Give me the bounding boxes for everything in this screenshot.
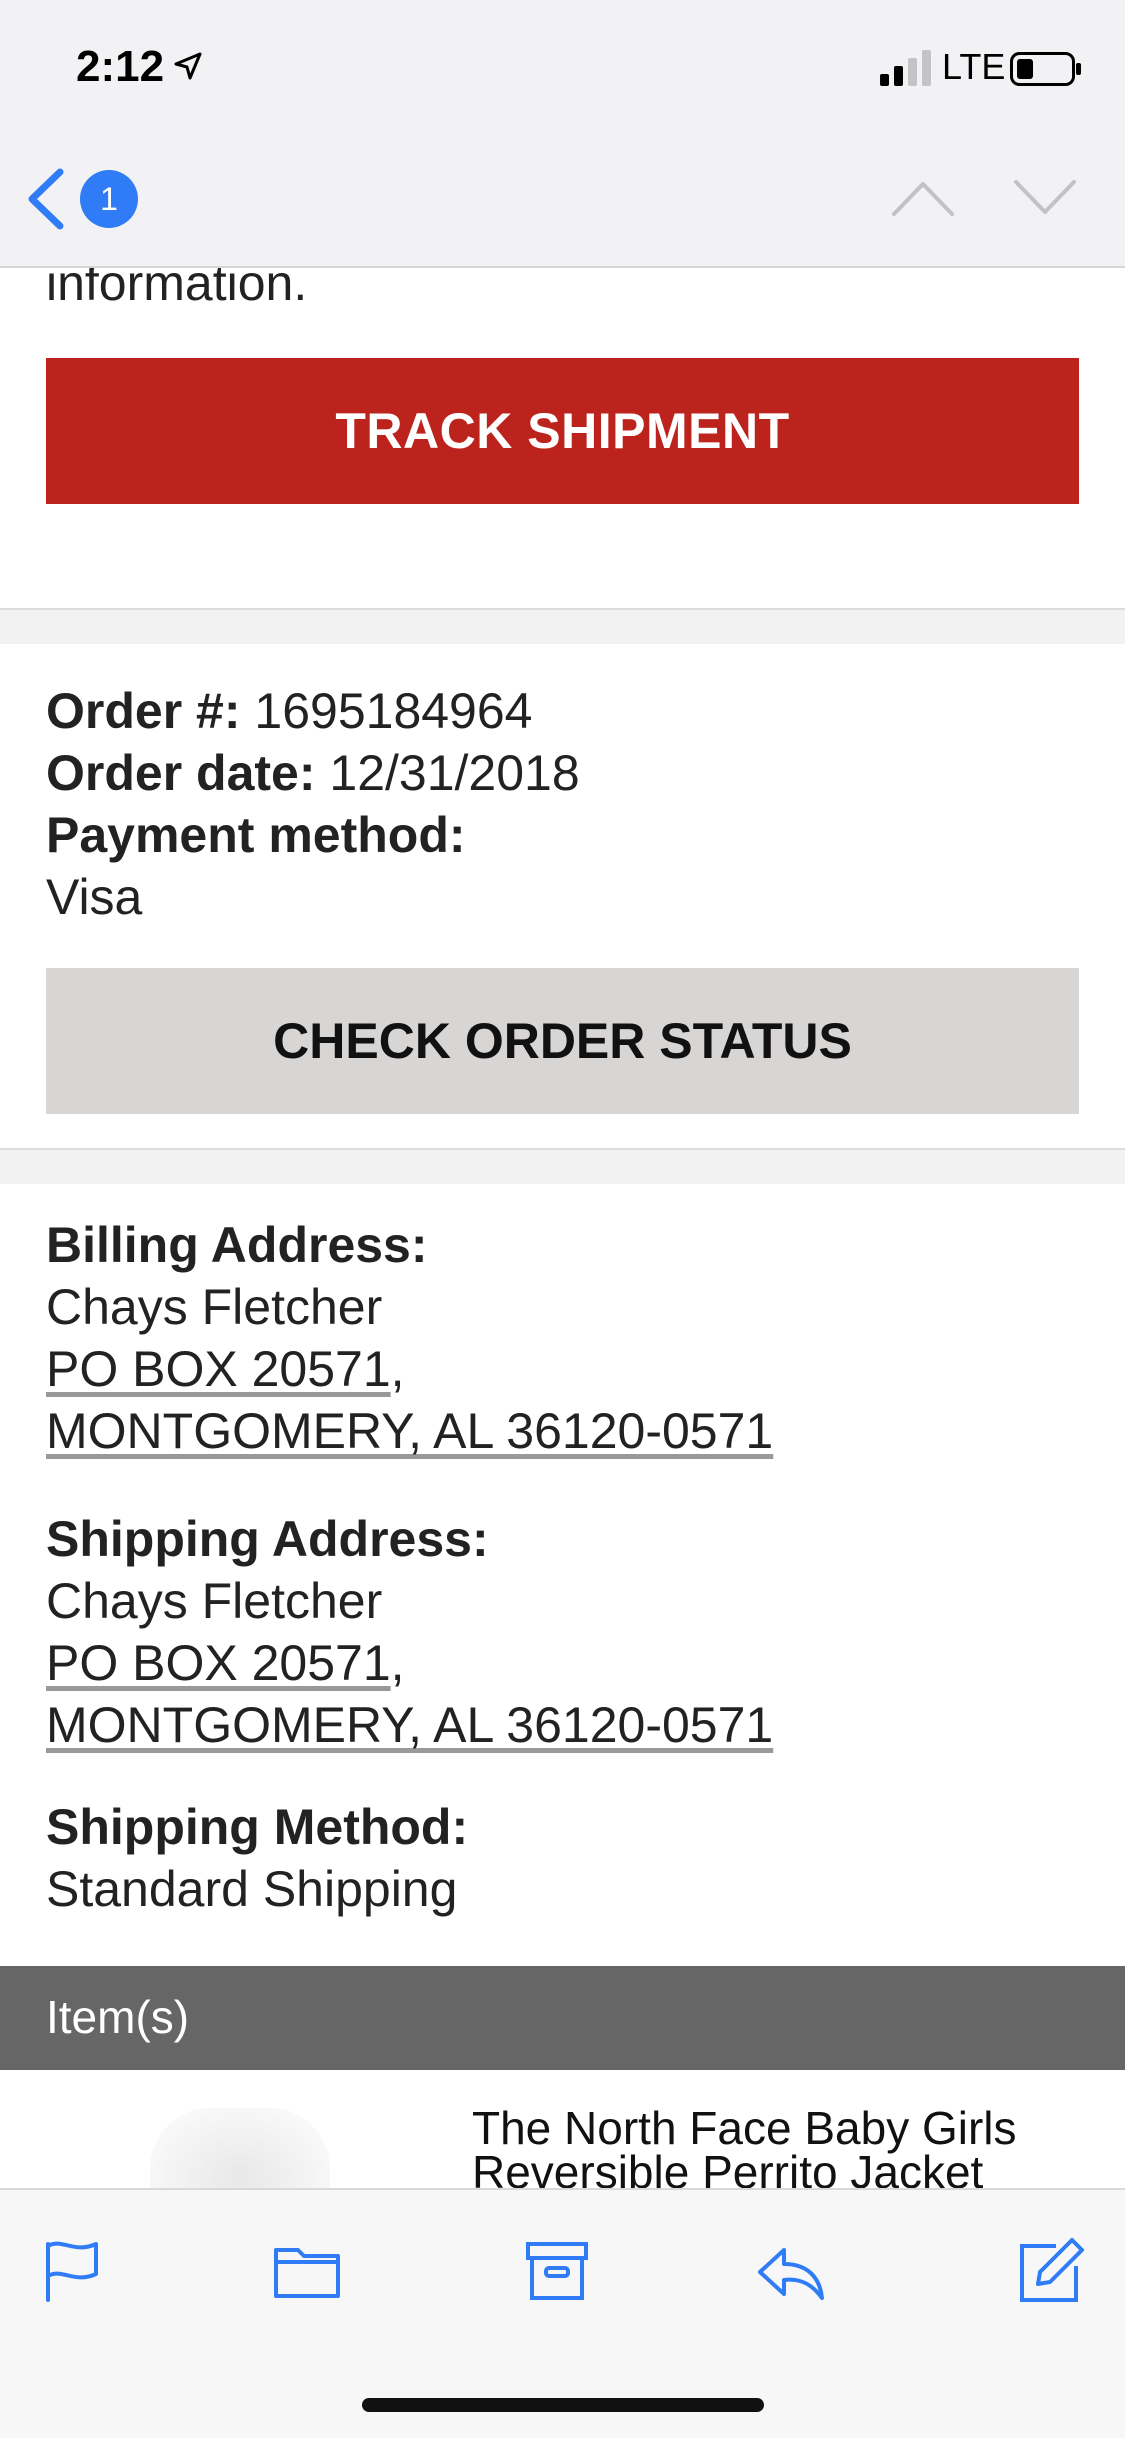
email-body: information. TRACK SHIPMENT Order #: 169… xyxy=(0,268,1125,2188)
shipping-line1-link[interactable]: PO BOX 20571 xyxy=(46,1635,391,1691)
shipping-name: Chays Fletcher xyxy=(46,1573,383,1629)
billing-address-label: Billing Address: xyxy=(46,1217,428,1273)
product-image[interactable] xyxy=(150,2108,330,2188)
billing-name: Chays Fletcher xyxy=(46,1279,383,1335)
order-number-label: Order #: xyxy=(46,683,241,739)
shipping-line1[interactable]: PO BOX 20571, xyxy=(46,1634,405,1692)
flag-icon[interactable] xyxy=(38,2236,108,2306)
shipping-method-value: Standard Shipping xyxy=(46,1861,458,1917)
billing-line1-link[interactable]: PO BOX 20571 xyxy=(46,1341,391,1397)
battery-icon xyxy=(1010,52,1081,86)
unread-count-badge[interactable]: 1 xyxy=(80,170,138,228)
reply-icon[interactable] xyxy=(756,2236,826,2306)
partial-paragraph: information. xyxy=(46,268,308,311)
shipping-address-label: Shipping Address: xyxy=(46,1511,489,1567)
section-divider xyxy=(0,1148,1125,1184)
location-arrow-icon xyxy=(174,52,202,80)
order-date-label: Order date: xyxy=(46,745,316,801)
track-shipment-button[interactable]: TRACK SHIPMENT xyxy=(46,358,1079,504)
check-order-status-button[interactable]: CHECK ORDER STATUS xyxy=(46,968,1079,1114)
billing-line2-link[interactable]: MONTGOMERY, AL 36120-0571 xyxy=(46,1402,773,1460)
order-date-value: 12/31/2018 xyxy=(315,745,580,801)
compose-icon[interactable] xyxy=(1016,2236,1086,2306)
section-divider xyxy=(0,608,1125,644)
network-type: LTE xyxy=(942,46,1006,87)
order-number: Order #: 1695184964 xyxy=(46,680,532,742)
previous-message-icon[interactable] xyxy=(890,178,956,218)
next-message-icon[interactable] xyxy=(1012,178,1078,218)
items-header-label: Item(s) xyxy=(46,1991,190,2043)
billing-line1[interactable]: PO BOX 20571, xyxy=(46,1340,405,1398)
home-indicator[interactable] xyxy=(362,2398,764,2412)
folder-icon[interactable] xyxy=(272,2236,342,2306)
shipping-line2-link[interactable]: MONTGOMERY, AL 36120-0571 xyxy=(46,1696,773,1754)
archive-icon[interactable] xyxy=(522,2236,592,2306)
order-number-value: 1695184964 xyxy=(240,683,533,739)
status-bar: 2:12 LTE xyxy=(0,0,1125,140)
product-name-link[interactable]: The North Face Baby Girls Reversible Per… xyxy=(472,2105,1092,2188)
items-header: Item(s) xyxy=(0,1966,1125,2070)
order-date: Order date: 12/31/2018 xyxy=(46,742,580,804)
payment-method-value: Visa xyxy=(46,869,143,925)
signal-icon xyxy=(880,50,931,86)
payment-method-label: Payment method: xyxy=(46,807,466,863)
shipping-method-label: Shipping Method: xyxy=(46,1799,469,1855)
mail-nav-bar xyxy=(0,140,1125,268)
status-time: 2:12 xyxy=(76,42,165,91)
back-chevron-icon[interactable] xyxy=(24,166,68,232)
